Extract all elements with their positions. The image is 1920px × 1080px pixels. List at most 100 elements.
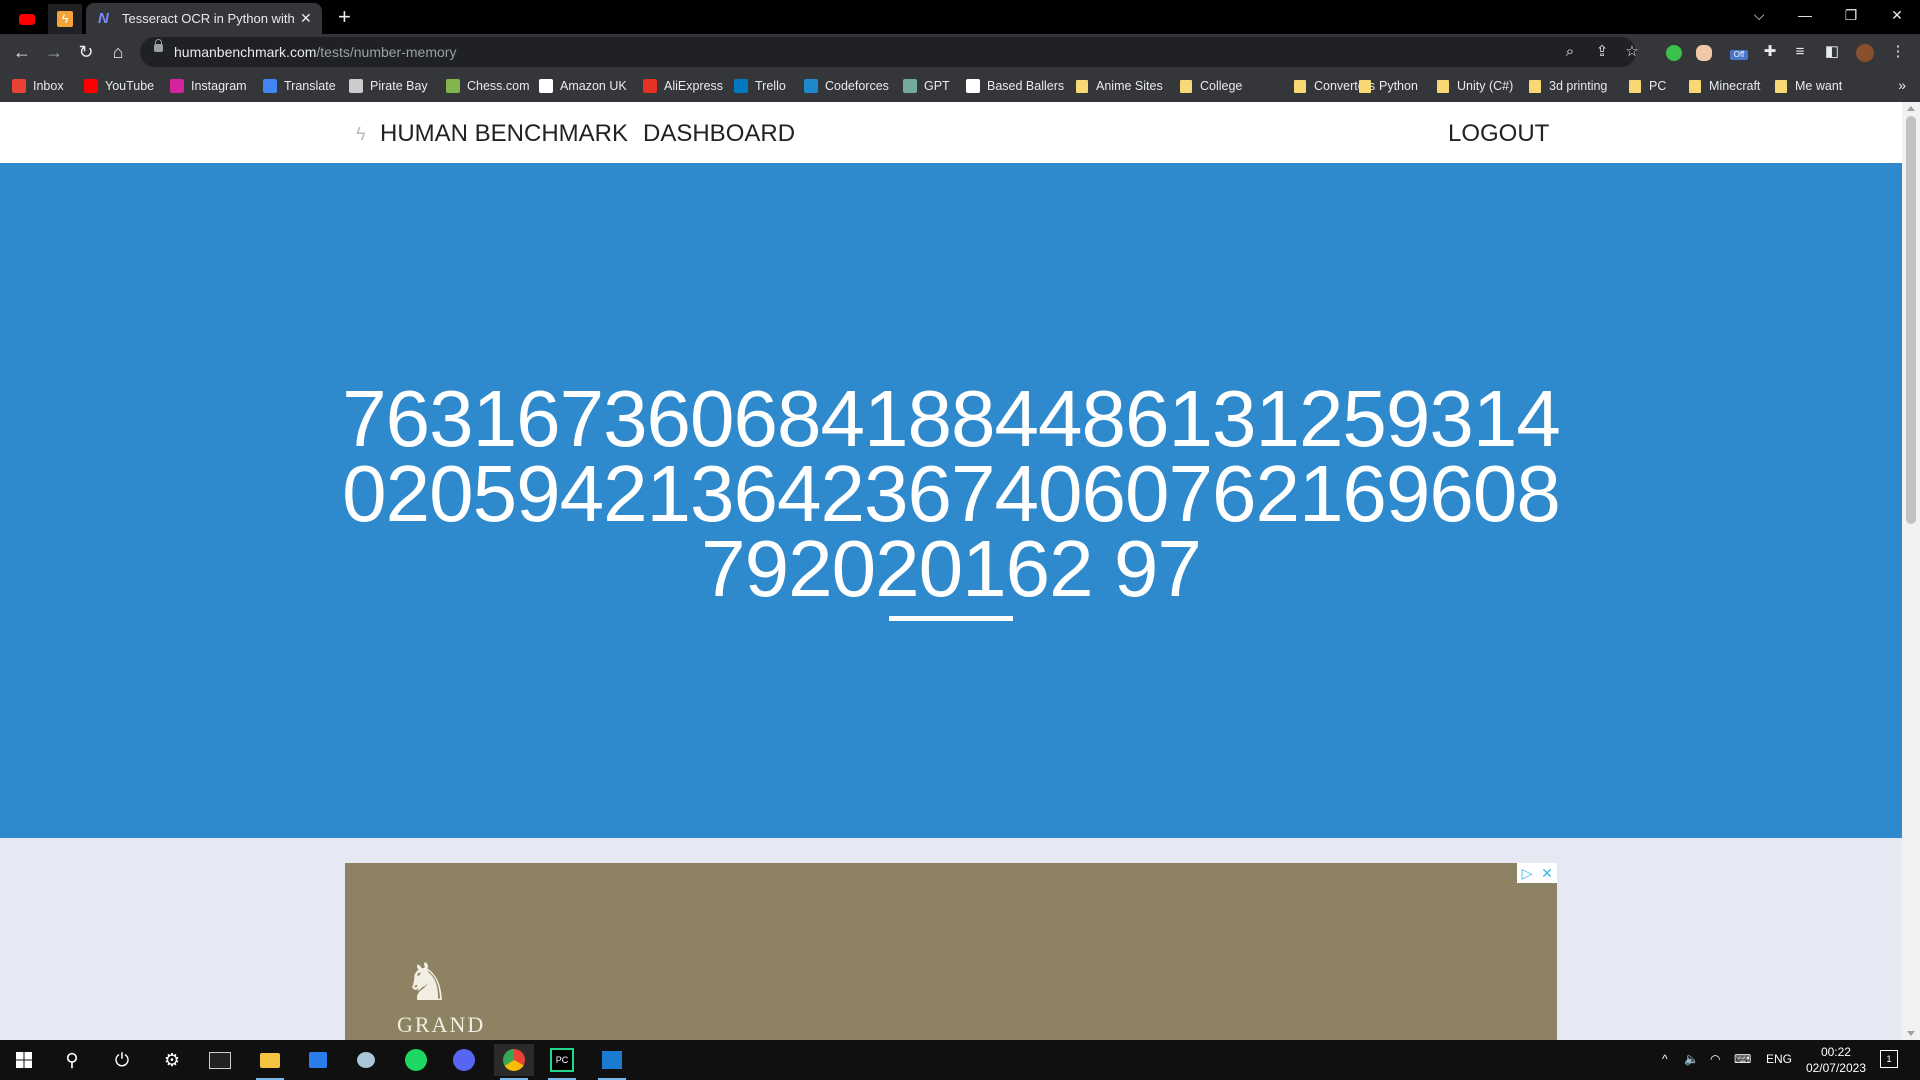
volume-icon[interactable]: 🔈: [1684, 1052, 1699, 1066]
extension-green-icon[interactable]: [1666, 45, 1682, 61]
spotify-icon[interactable]: [396, 1044, 436, 1076]
bookmark-youtube[interactable]: YouTube: [84, 77, 154, 95]
extension-off-badge[interactable]: Off: [1730, 50, 1748, 60]
file-explorer-icon[interactable]: [250, 1044, 290, 1080]
scrollbar-thumb[interactable]: [1906, 116, 1916, 524]
wifi-icon[interactable]: ◠: [1710, 1052, 1720, 1066]
pinned-tab-humanbenchmark[interactable]: ϟ: [48, 4, 82, 34]
folder-icon: [1180, 79, 1192, 93]
paint-icon[interactable]: [346, 1044, 386, 1076]
folder-icon: [1775, 79, 1787, 93]
folder-icon: [1359, 79, 1371, 93]
chrome-icon[interactable]: [494, 1044, 534, 1080]
bookmark-gpt[interactable]: GPT: [903, 77, 950, 95]
bookmark-minecraft[interactable]: Minecraft: [1689, 77, 1760, 95]
tab-tesseract[interactable]: N Tesseract OCR in Python with Py ✕: [86, 3, 322, 34]
clock[interactable]: 00:22 02/07/2023: [1806, 1044, 1866, 1076]
reading-list-icon[interactable]: ≡: [1790, 42, 1810, 62]
adchoices-badge[interactable]: ▷ ✕: [1517, 863, 1557, 883]
bookmark-anime-sites[interactable]: Anime Sites: [1076, 77, 1163, 95]
microsoft-store-icon[interactable]: [298, 1044, 338, 1076]
windows-start-icon[interactable]: [4, 1044, 44, 1076]
bookmark-inbox[interactable]: Inbox: [12, 77, 64, 95]
bookmark-pc[interactable]: PC: [1629, 77, 1666, 95]
trello-icon: [734, 79, 748, 93]
tray-chevron-icon[interactable]: ^: [1662, 1052, 1668, 1066]
ad-logo: ♞ GRAND: [397, 953, 483, 1037]
scroll-up-arrow[interactable]: [1907, 106, 1915, 111]
test-area: 7631673606841884486131259314020594213642…: [0, 163, 1902, 838]
side-panel-icon[interactable]: ◧: [1822, 42, 1842, 62]
bookmark-label: Codeforces: [825, 79, 889, 93]
dashboard-link[interactable]: DASHBOARD: [643, 120, 795, 148]
forward-button[interactable]: →: [42, 40, 66, 64]
reload-button[interactable]: ↻: [74, 40, 98, 64]
url-path: /tests/number-memory: [316, 44, 457, 60]
w-icon: [966, 79, 980, 93]
pycharm-icon[interactable]: PC: [542, 1044, 582, 1080]
brand-link[interactable]: ϟ HUMAN BENCHMARK: [356, 120, 628, 148]
bookmark-amazon-uk[interactable]: Amazon UK: [539, 77, 627, 95]
chess-icon: [446, 79, 460, 93]
share-icon[interactable]: ⇪: [1592, 42, 1612, 62]
bookmarks-overflow-button[interactable]: »: [1898, 77, 1906, 93]
language-indicator[interactable]: ENG: [1766, 1052, 1792, 1066]
bookmark-based-ballers[interactable]: Based Ballers: [966, 77, 1064, 95]
bookmark-label: Me want: [1795, 79, 1843, 93]
clock-time: 00:22: [1820, 1045, 1851, 1059]
bookmark-pirate-bay[interactable]: Pirate Bay: [349, 77, 428, 95]
page-scrollbar[interactable]: [1902, 102, 1920, 1040]
zoom-icon[interactable]: ⌕: [1560, 42, 1580, 62]
memory-number: 7631673606841884486131259314020594213642…: [342, 374, 1561, 613]
bookmark-unity-c[interactable]: Unity (C#): [1437, 77, 1513, 95]
bookmark-3d-printing[interactable]: 3d printing: [1529, 77, 1607, 95]
close-window-button[interactable]: ✕: [1874, 0, 1920, 30]
close-tab-icon[interactable]: ✕: [300, 10, 312, 27]
bookmark-trello[interactable]: Trello: [734, 77, 786, 95]
pinned-tab-youtube[interactable]: [10, 4, 44, 34]
bookmark-me-want[interactable]: Me want: [1775, 77, 1842, 95]
bookmark-codeforces[interactable]: Codeforces: [804, 77, 889, 95]
bookmark-label: Based Ballers: [987, 79, 1065, 93]
address-bar[interactable]: humanbenchmark.com/tests/number-memory ⌕…: [140, 37, 1639, 67]
photos-icon[interactable]: [592, 1044, 632, 1080]
home-button[interactable]: ⌂: [106, 40, 130, 64]
bookmark-translate[interactable]: Translate: [263, 77, 336, 95]
lock-icon: [154, 39, 163, 52]
profile-avatar[interactable]: [1856, 44, 1874, 62]
scroll-down-arrow[interactable]: [1907, 1031, 1915, 1036]
search-icon[interactable]: ⚲: [52, 1044, 92, 1076]
gmail-icon: [12, 79, 26, 93]
menu-kebab-icon[interactable]: ⋮: [1888, 42, 1908, 62]
new-tab-button[interactable]: +: [338, 4, 351, 30]
bookmark-instagram[interactable]: Instagram: [170, 77, 247, 95]
discord-icon[interactable]: [444, 1044, 484, 1076]
terminal-icon[interactable]: [200, 1044, 240, 1076]
notification-center-icon[interactable]: 1: [1880, 1050, 1898, 1068]
bookmark-label: Unity (C#): [1457, 79, 1514, 93]
bookmark-aliexpress[interactable]: AliExpress: [643, 77, 723, 95]
back-button[interactable]: ←: [10, 40, 34, 64]
settings-gear-icon[interactable]: ⚙: [152, 1044, 192, 1076]
extension-egg-icon[interactable]: [1696, 45, 1712, 61]
bookmark-label: Instagram: [191, 79, 247, 93]
folder-icon: [1689, 79, 1701, 93]
tab-search-chevron-icon[interactable]: ⌵: [1736, 0, 1782, 30]
extensions-puzzle-icon[interactable]: ✚: [1760, 42, 1780, 62]
adchoices-icon[interactable]: ▷: [1517, 863, 1537, 883]
bolt-logo-icon: ϟ: [356, 124, 366, 144]
keyboard-icon[interactable]: ⌨: [1734, 1052, 1751, 1066]
restore-button[interactable]: ❐: [1828, 0, 1874, 30]
bookmark-college[interactable]: College: [1180, 77, 1242, 95]
minimize-button[interactable]: —: [1782, 0, 1828, 30]
clock-date: 02/07/2023: [1805, 1061, 1866, 1075]
bookmark-star-icon[interactable]: ☆: [1622, 42, 1642, 62]
power-icon[interactable]: ⏻: [102, 1044, 142, 1076]
bookmark-python[interactable]: Python: [1359, 77, 1418, 95]
bookmark-chess-com[interactable]: Chess.com: [446, 77, 530, 95]
logout-link[interactable]: LOGOUT: [1448, 120, 1549, 148]
url-text[interactable]: humanbenchmark.com/tests/number-memory: [174, 44, 456, 60]
bookmark-label: PC: [1649, 79, 1667, 93]
close-ad-icon[interactable]: ✕: [1537, 863, 1557, 883]
advertisement-banner[interactable]: ▷ ✕ ♞ GRAND: [345, 863, 1557, 1040]
